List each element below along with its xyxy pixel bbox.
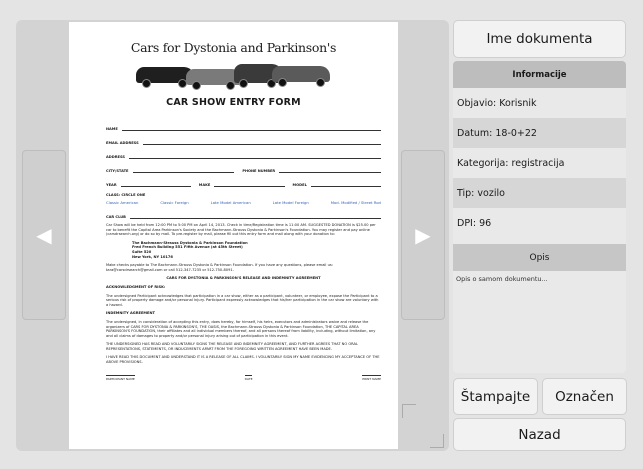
- chevron-right-icon: ▶: [415, 223, 431, 247]
- info-row-date: Datum: 18-0+22: [453, 118, 626, 148]
- participant-name-line: PARTICIPANT NAME: [106, 374, 135, 381]
- back-button[interactable]: Nazad: [453, 418, 626, 451]
- indemnity-text: The undersigned, in consideration of acc…: [106, 319, 376, 338]
- checks-payable-text: Make checks payable to The Bachmann-Stra…: [106, 263, 333, 272]
- mailing-address: The Bachmann-Strauss Dystonia & Parkinso…: [132, 240, 248, 259]
- final-statement-text: I HAVE READ THIS DOCUMENT AND UNDERSTAND…: [106, 355, 380, 365]
- fullscreen-icon-corner[interactable]: [430, 434, 444, 448]
- description-text: Opis o samom dokumentu...: [456, 275, 548, 283]
- info-row-category: Kategorija: registracija: [453, 148, 626, 178]
- document-viewer-app: ◀ Cars for Dystonia and Parkinson's CAR …: [0, 0, 643, 469]
- indemnity-title: INDEMNITY AGREEMENT: [106, 311, 155, 316]
- document-page: Cars for Dystonia and Parkinson's CAR SH…: [69, 22, 398, 449]
- previous-page-button[interactable]: ◀: [22, 150, 66, 320]
- info-header: Informacije: [453, 61, 626, 88]
- info-panel: Informacije Objavio: Korisnik Datum: 18-…: [453, 61, 626, 373]
- info-row-author: Objavio: Korisnik: [453, 88, 626, 118]
- date-line: DATE: [244, 374, 253, 381]
- print-button[interactable]: Štampajte: [453, 378, 538, 415]
- mark-button[interactable]: Označen: [542, 378, 627, 415]
- vehicle-field: YEAR MAKE MODEL: [106, 173, 381, 187]
- chevron-left-icon: ◀: [36, 223, 52, 247]
- acknowledgment-title: ACKNOWLEDGMENT OF RISK:: [106, 284, 166, 289]
- print-name-line: PRINT NAME: [362, 374, 381, 381]
- info-row-dpi: DPI: 96: [453, 208, 626, 238]
- class-label: CLASS: CIRCLE ONE: [106, 193, 146, 197]
- document-heading: Cars for Dystonia and Parkinson's: [130, 40, 337, 55]
- email-field: EMAIL ADDRESS: [106, 131, 381, 145]
- description-header: Opis: [453, 244, 626, 271]
- city-phone-field: CITY/STATE PHONE NUMBER: [106, 159, 382, 173]
- document-name-button[interactable]: Ime dokumenta: [453, 20, 626, 58]
- document-title: CAR SHOW ENTRY FORM: [166, 97, 301, 108]
- signature-row: PARTICIPANT NAME DATE PRINT NAME: [106, 374, 381, 381]
- fullscreen-icon[interactable]: [402, 404, 416, 418]
- cars-image: [134, 61, 334, 90]
- info-row-type: Tip: vozilo: [453, 178, 626, 208]
- agreement-text: THE UNDERSIGNED HAS READ AND VOLUNTARILY…: [106, 342, 358, 351]
- event-info-text: Car Show will be held from 12:00 PM to 5…: [106, 223, 376, 237]
- release-title: CARS FOR DYSTONIA & PARKINSON'S RELEASE …: [166, 276, 321, 281]
- next-page-button[interactable]: ▶: [401, 150, 445, 320]
- car-club-field: CAR CLUB: [106, 205, 381, 219]
- acknowledgment-text: The undersigned Participant acknowledges…: [106, 293, 379, 307]
- entry-form-fields: NAME EMAIL ADDRESS ADDRESS CITY/STATE PHO…: [106, 117, 382, 381]
- document-preview-area: ◀ Cars for Dystonia and Parkinson's CAR …: [16, 20, 449, 451]
- name-field: NAME: [106, 117, 381, 131]
- address-field: ADDRESS: [106, 145, 381, 159]
